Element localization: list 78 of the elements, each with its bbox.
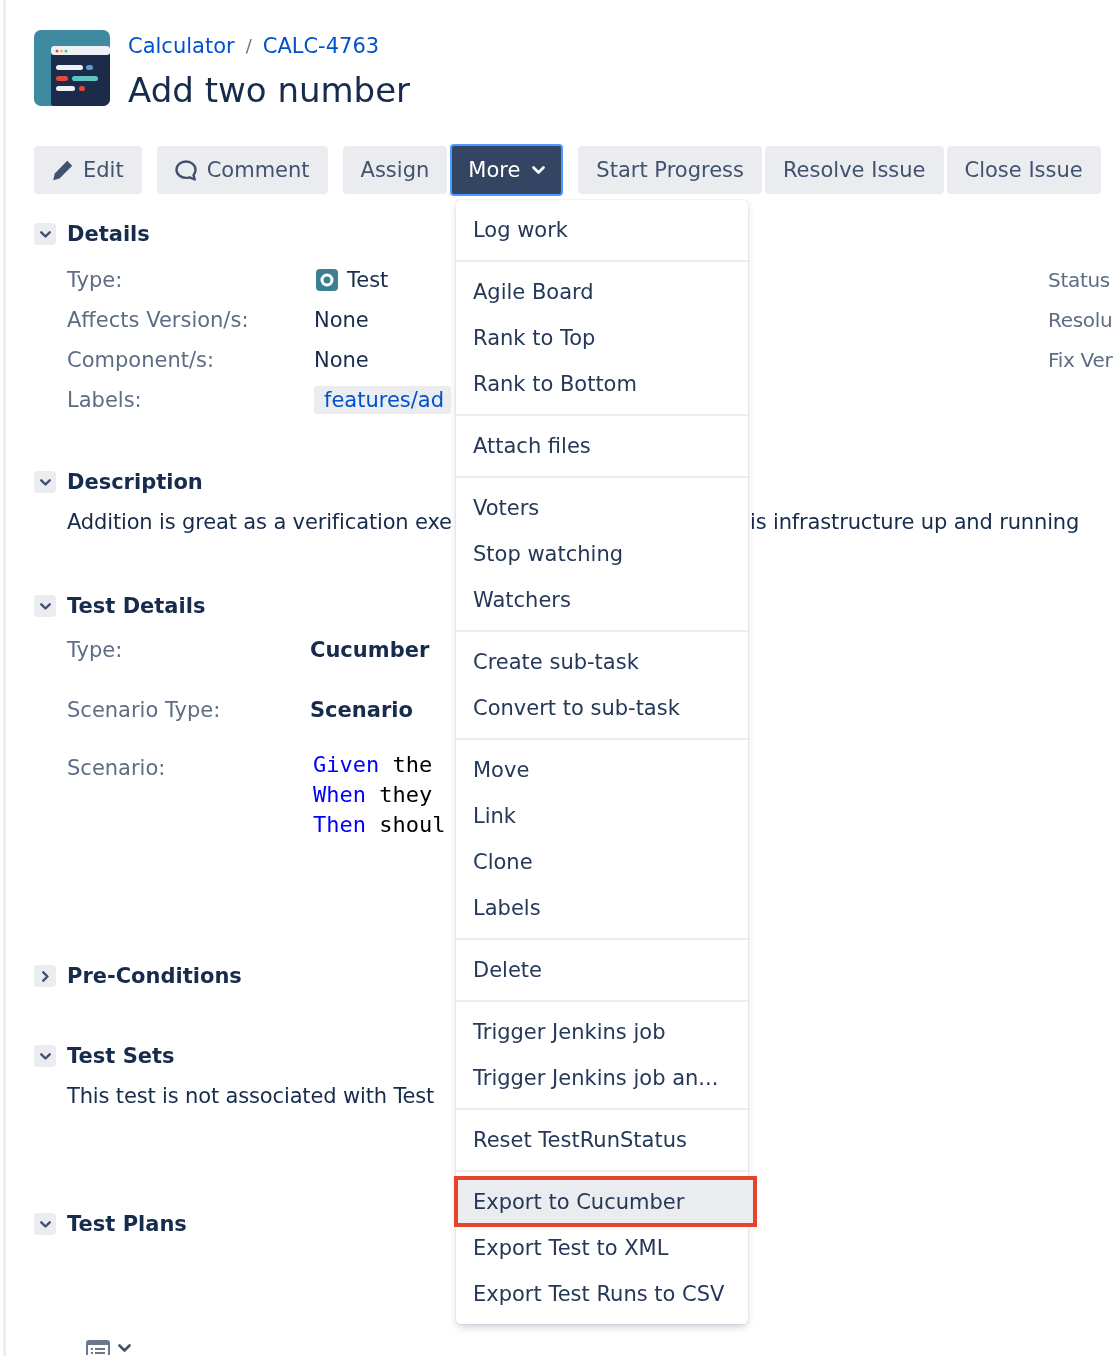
chevron-down-icon bbox=[39, 1220, 51, 1228]
menu-item[interactable]: Watchers bbox=[456, 577, 748, 623]
menu-button[interactable]: More bbox=[450, 144, 564, 196]
menu-item[interactable]: Attach files bbox=[456, 423, 748, 469]
field-label: Resolu bbox=[1048, 307, 1113, 334]
menu-item[interactable]: Rank to Bottom bbox=[456, 361, 748, 407]
menu-item[interactable]: Reset TestRunStatus bbox=[456, 1117, 748, 1163]
scenario-line: Then shoul bbox=[313, 811, 446, 839]
test-type-icon bbox=[316, 269, 338, 291]
menu-item[interactable]: Log work bbox=[456, 207, 748, 253]
toolbar-button[interactable]: Comment bbox=[156, 146, 328, 194]
breadcrumb-link[interactable]: CALC-4763 bbox=[262, 32, 380, 60]
section-heading: Description bbox=[67, 469, 203, 496]
chevron-down-icon bbox=[39, 230, 51, 238]
toolbar-button[interactable]: Resolve Issue bbox=[764, 146, 944, 194]
menu-item[interactable]: Export to Cucumber bbox=[458, 1180, 753, 1223]
section-heading: Pre-Conditions bbox=[67, 963, 242, 990]
chevron-down-icon bbox=[39, 478, 51, 486]
section-text: Addition is great as a verification exe bbox=[67, 509, 452, 536]
chevron-down-icon bbox=[39, 1052, 51, 1060]
menu-item[interactable]: Link bbox=[456, 793, 748, 839]
field-label: Fix Ver bbox=[1048, 347, 1113, 374]
menu-item[interactable]: Trigger Jenkins job bbox=[456, 1009, 748, 1055]
field-value: Cucumber bbox=[310, 637, 430, 664]
menu-item[interactable]: Create sub-task bbox=[456, 639, 748, 685]
menu-item[interactable]: Clone bbox=[456, 839, 748, 885]
menu-item[interactable]: Move bbox=[456, 747, 748, 793]
field-label: Type: bbox=[67, 637, 123, 664]
field-label: Labels: bbox=[67, 387, 142, 414]
menu-item[interactable]: Rank to Top bbox=[456, 315, 748, 361]
menu-item[interactable]: Labels bbox=[456, 885, 748, 931]
list-view-icon[interactable] bbox=[86, 1340, 110, 1355]
issue-title: Add two number bbox=[128, 70, 411, 110]
chevron-right-icon bbox=[41, 970, 49, 982]
scenario-line: Given the bbox=[313, 751, 433, 779]
field-label: Component/s: bbox=[67, 347, 214, 374]
field-value: None bbox=[314, 347, 369, 374]
menu-item[interactable]: Agile Board bbox=[456, 269, 748, 315]
chevron-down-icon[interactable] bbox=[118, 1343, 131, 1352]
field-label: Scenario: bbox=[67, 755, 166, 782]
field-label: Status bbox=[1048, 267, 1110, 294]
menu-item[interactable]: Convert to sub-task bbox=[456, 685, 748, 731]
section-heading: Details bbox=[67, 221, 150, 248]
toolbar-button[interactable]: Start Progress bbox=[578, 146, 762, 194]
label-tag[interactable]: features/ad bbox=[314, 386, 452, 414]
section-toggle[interactable] bbox=[34, 1213, 56, 1235]
field-label: Scenario Type: bbox=[67, 697, 221, 724]
section-toggle[interactable] bbox=[34, 223, 56, 245]
menu-item[interactable]: Export Test to XML bbox=[456, 1225, 748, 1271]
pencil-icon bbox=[52, 159, 73, 181]
toolbar-button[interactable]: Assign bbox=[342, 146, 448, 194]
breadcrumb-separator: / bbox=[245, 34, 252, 58]
section-toggle[interactable] bbox=[34, 471, 56, 493]
section-toggle[interactable] bbox=[34, 965, 56, 987]
menu-item[interactable]: Export Test Runs to CSV bbox=[456, 1271, 748, 1317]
field-value: Test bbox=[347, 267, 389, 294]
menu-item[interactable]: Delete bbox=[456, 947, 748, 993]
section-toggle[interactable] bbox=[34, 595, 56, 617]
field-value: None bbox=[314, 307, 369, 334]
field-value: Scenario bbox=[310, 697, 413, 724]
scenario-line: When they bbox=[313, 781, 433, 809]
toolbar-button[interactable]: Close Issue bbox=[946, 146, 1101, 194]
speech-bubble-icon bbox=[174, 159, 197, 181]
section-text: This test is not associated with Test bbox=[67, 1083, 435, 1110]
chevron-down-icon bbox=[39, 602, 51, 610]
section-toggle[interactable] bbox=[34, 1045, 56, 1067]
field-label: Affects Version/s: bbox=[67, 307, 249, 334]
section-heading: Test Plans bbox=[67, 1211, 187, 1238]
menu-item[interactable]: Voters bbox=[456, 485, 748, 531]
field-label: Type: bbox=[67, 267, 123, 294]
toolbar-button[interactable]: Edit bbox=[34, 146, 142, 194]
section-heading: Test Sets bbox=[67, 1043, 175, 1070]
menu-item[interactable]: Stop watching bbox=[456, 531, 748, 577]
menu-item[interactable]: Trigger Jenkins job an... bbox=[456, 1055, 748, 1101]
section-text: is infrastructure up and running bbox=[750, 509, 1080, 536]
section-heading: Test Details bbox=[67, 593, 206, 620]
chevron-down-icon bbox=[532, 165, 546, 175]
breadcrumb-link[interactable]: Calculator bbox=[128, 32, 235, 60]
